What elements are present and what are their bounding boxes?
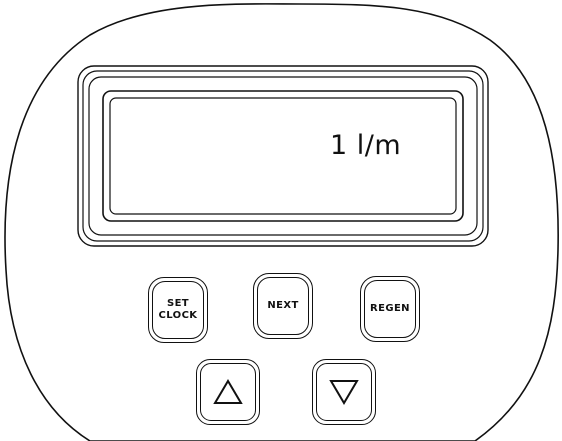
display-reading: 1 l/m — [330, 130, 402, 161]
up-triangle-icon — [213, 379, 243, 404]
set-clock-label-line1: SET — [166, 298, 190, 309]
housing-outline — [4, 3, 559, 441]
down-triangle-icon — [329, 380, 359, 405]
set-clock-label-line2: CLOCK — [158, 310, 198, 321]
up-button[interactable] — [196, 359, 260, 425]
regen-label: REGEN — [370, 303, 410, 314]
set-clock-button[interactable]: SET CLOCK — [148, 277, 208, 343]
down-button[interactable] — [312, 359, 376, 425]
regen-button[interactable]: REGEN — [360, 276, 420, 342]
next-label: NEXT — [267, 300, 299, 311]
controller-housing — [4, 3, 559, 441]
controller-panel: 1 l/m SET CLOCK NEXT REGEN — [0, 0, 562, 441]
next-button[interactable]: NEXT — [253, 273, 313, 339]
